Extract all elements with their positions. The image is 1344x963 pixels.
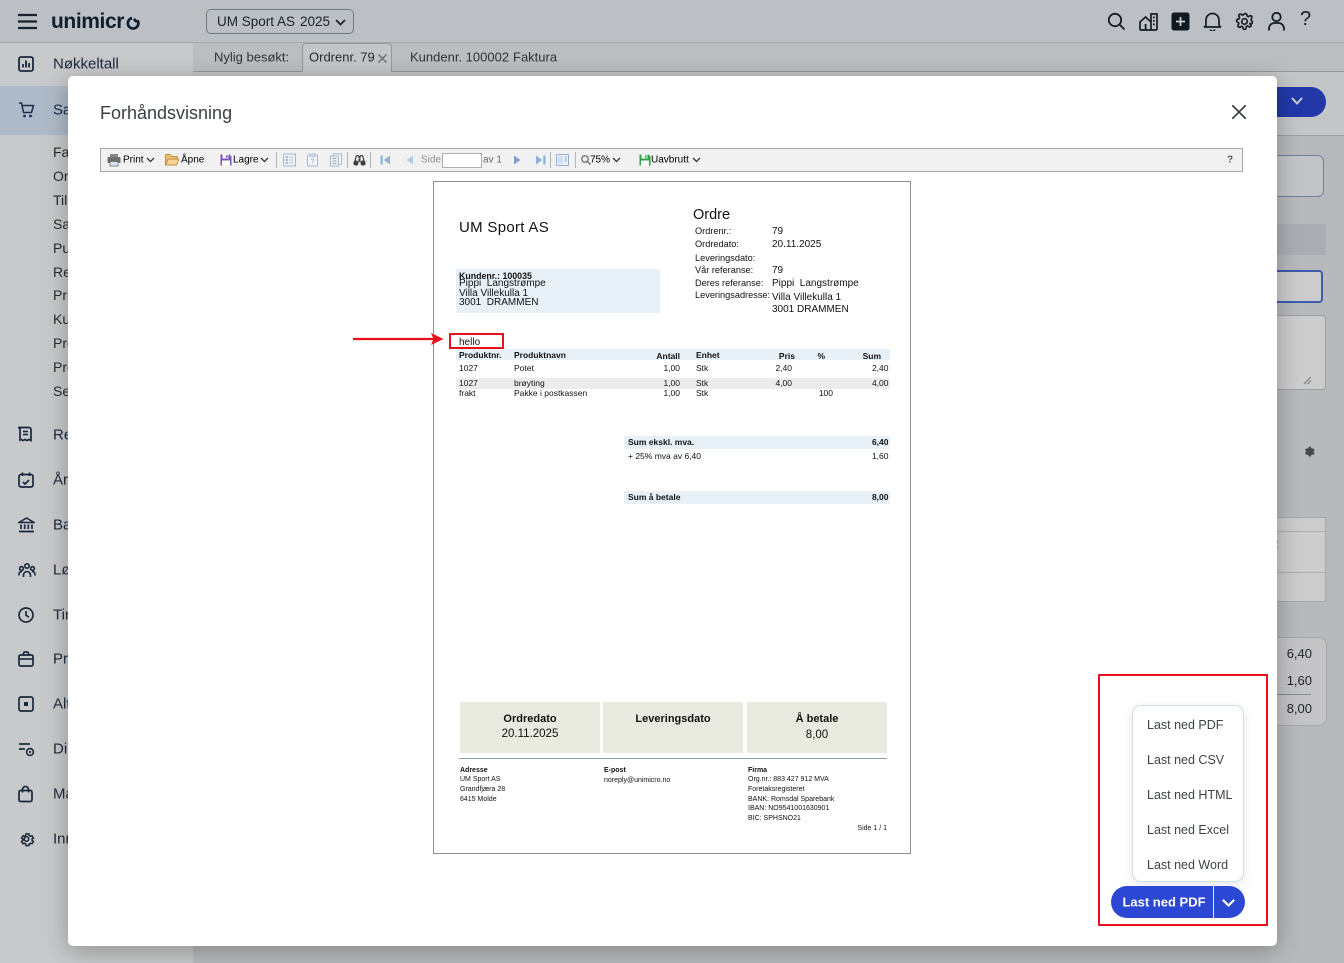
svg-text:?: ? <box>311 159 315 166</box>
